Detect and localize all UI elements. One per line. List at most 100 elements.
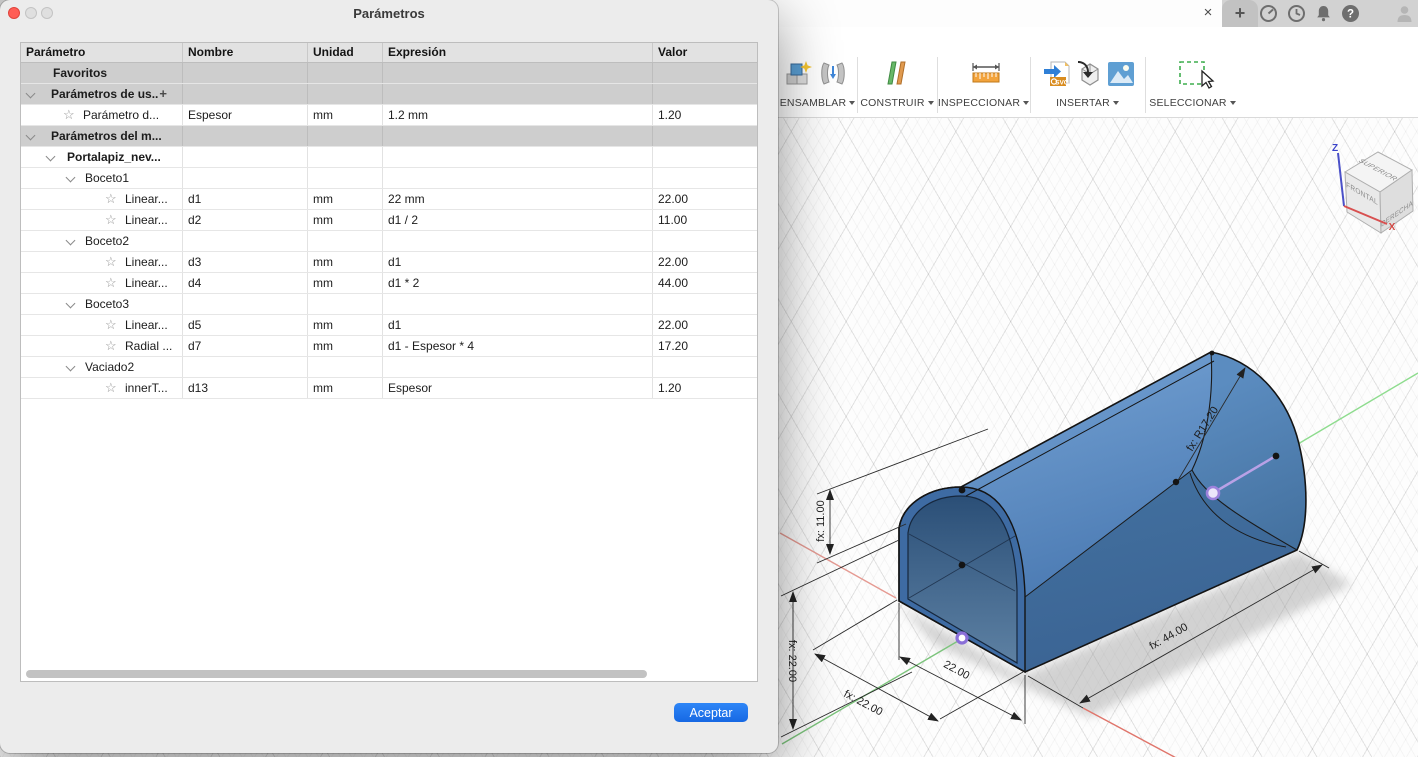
parameter-value[interactable]: 11.00 [653,210,758,230]
favorite-star-icon[interactable]: ☆ [105,189,117,209]
parameter-expression[interactable]: 1.2 mm [383,105,653,125]
construct-menu-button[interactable]: CONSTRUIR [857,97,937,109]
parameter-value[interactable]: 22.00 [653,252,758,272]
parameter-value [653,63,758,83]
chevron-down-icon[interactable] [66,236,76,246]
close-tab-icon[interactable]: × [1198,3,1218,23]
table-row[interactable]: Boceto3 [21,294,757,315]
parameter-name [183,231,308,251]
favorite-star-icon[interactable]: ☆ [105,315,117,335]
parameter-name[interactable]: d1 [183,189,308,209]
new-tab-button[interactable]: + [1222,0,1258,27]
parameter-name[interactable]: Espesor [183,105,308,125]
table-row[interactable]: ☆Linear...d1mm22 mm22.00 [21,189,757,210]
parameter-unit[interactable]: mm [308,105,383,125]
parameter-name[interactable]: d7 [183,336,308,356]
parameter-value[interactable]: 22.00 [653,315,758,335]
favorite-star-icon[interactable]: ☆ [105,336,117,356]
accept-button[interactable]: Aceptar [674,703,748,722]
chevron-down-icon[interactable] [26,89,36,99]
parameter-expression[interactable]: Espesor [383,378,653,398]
chevron-down-icon[interactable] [46,152,56,162]
parameter-unit [308,357,383,377]
add-parameter-icon[interactable]: + [159,84,167,104]
column-header[interactable]: Parámetro [21,43,183,62]
notifications-bell-icon[interactable] [1313,3,1334,24]
parameter-value[interactable]: 1.20 [653,378,758,398]
parameter-unit[interactable]: mm [308,336,383,356]
assemble-menu-button[interactable]: ENSAMBLAR [778,97,857,109]
favorite-star-icon[interactable]: ☆ [105,252,117,272]
table-row[interactable]: ☆Linear...d4mmd1 * 244.00 [21,273,757,294]
parameter-name[interactable]: d13 [183,378,308,398]
parameter-name[interactable]: d4 [183,273,308,293]
help-icon[interactable]: ? [1340,3,1361,24]
parameter-expression[interactable]: d1 / 2 [383,210,653,230]
construct-plane-icon[interactable] [882,59,912,89]
dialog-titlebar[interactable]: Parámetros [0,0,778,26]
chevron-down-icon[interactable] [66,362,76,372]
parameter-value[interactable]: 44.00 [653,273,758,293]
column-header[interactable]: Unidad [308,43,383,62]
chevron-down-icon[interactable] [66,299,76,309]
scrollbar-thumb[interactable] [26,670,647,678]
table-row[interactable]: ☆Linear...d5mmd122.00 [21,315,757,336]
favorite-star-icon[interactable]: ☆ [105,273,117,293]
table-row[interactable]: Vaciado2 [21,357,757,378]
parameter-expression[interactable]: d1 - Espesor * 4 [383,336,653,356]
parameter-expression[interactable]: d1 * 2 [383,273,653,293]
measure-icon[interactable] [971,59,1001,89]
inspect-menu-button[interactable]: INSPECCIONAR [937,97,1030,109]
select-menu-button[interactable]: SELECCIONAR [1100,97,1285,109]
insert-canvas-icon[interactable] [1106,59,1136,89]
chevron-down-icon[interactable] [26,131,36,141]
parameter-unit [308,168,383,188]
column-header[interactable]: Expresión [383,43,653,62]
parameter-name[interactable]: d3 [183,252,308,272]
new-component-icon[interactable] [784,59,814,89]
table-row[interactable]: ☆Linear...d3mmd122.00 [21,252,757,273]
parameter-value[interactable]: 1.20 [653,105,758,125]
table-row[interactable]: ☆innerT...d13mmEspesor1.20 [21,378,757,399]
insert-svg-icon[interactable]: SVG [1042,59,1072,89]
derive-icon[interactable] [1074,59,1104,89]
parameter-expression [383,231,653,251]
table-row[interactable]: Boceto1 [21,168,757,189]
table-row[interactable]: ☆Radial ...d7mmd1 - Espesor * 417.20 [21,336,757,357]
favorite-star-icon[interactable]: ☆ [105,378,117,398]
parameter-unit[interactable]: mm [308,252,383,272]
parameter-name[interactable]: d2 [183,210,308,230]
favorite-star-icon[interactable]: ☆ [105,210,117,230]
parameter-unit[interactable]: mm [308,315,383,335]
table-row[interactable]: Parámetros de us..+ [21,84,757,105]
parameter-unit[interactable]: mm [308,189,383,209]
column-header[interactable]: Nombre [183,43,308,62]
table-row[interactable]: ☆Parámetro d...Espesormm1.2 mm1.20 [21,105,757,126]
parameter-value[interactable]: 17.20 [653,336,758,356]
column-header[interactable]: Valor [653,43,758,62]
select-box-icon[interactable] [1178,59,1222,89]
joint-icon[interactable] [818,59,848,89]
parameter-unit[interactable]: mm [308,273,383,293]
job-status-icon[interactable] [1258,3,1279,24]
horizontal-scrollbar[interactable] [24,670,754,679]
parameter-unit[interactable]: mm [308,210,383,230]
chevron-down-icon[interactable] [66,173,76,183]
table-row[interactable]: Portalapiz_nev... [21,147,757,168]
table-row[interactable]: Parámetros del m... [21,126,757,147]
parameter-expression[interactable]: d1 [383,252,653,272]
clock-icon[interactable] [1286,3,1307,24]
parameter-name[interactable]: d5 [183,315,308,335]
parameter-expression[interactable]: d1 [383,315,653,335]
favorite-star-icon[interactable]: ☆ [63,105,75,125]
chevron-down-icon [1230,101,1236,105]
parameters-dialog: Parámetros Parámetro Nombre Unidad Expre… [0,0,778,753]
parameter-value[interactable]: 22.00 [653,189,758,209]
parameter-expression[interactable]: 22 mm [383,189,653,209]
table-row[interactable]: ☆Linear...d2mmd1 / 211.00 [21,210,757,231]
table-row[interactable]: Boceto2 [21,231,757,252]
table-row[interactable]: Favoritos [21,63,757,84]
parameter-expression [383,357,653,377]
parameter-unit[interactable]: mm [308,378,383,398]
profile-avatar[interactable] [1394,3,1415,24]
